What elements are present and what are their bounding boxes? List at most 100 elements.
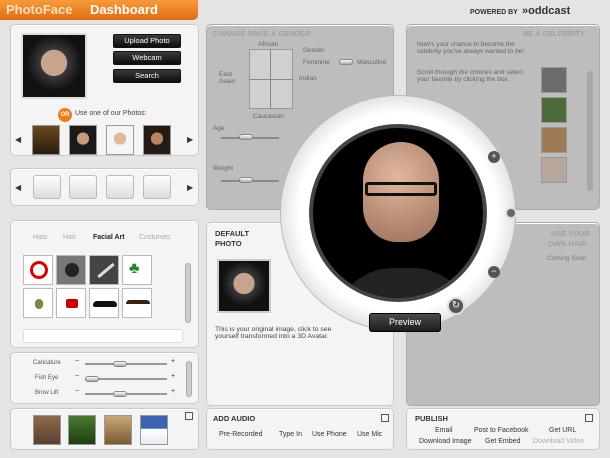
expression-bowtie-face-icon[interactable]	[143, 175, 171, 199]
expression-surprised-face-icon[interactable]	[33, 175, 61, 199]
facial-art-mustache[interactable]	[89, 288, 119, 318]
face-sliders-panel: Caricature − + Fish Eye − + Brow Lift − …	[10, 352, 199, 404]
avatar-preview-image[interactable]	[309, 124, 487, 302]
race-indian-label: Indian	[299, 75, 317, 82]
use-photos-label: Use one of our Photos:	[75, 110, 147, 117]
expression-sleepy-face-icon[interactable]	[106, 175, 134, 199]
photo-thumb-mona-lisa[interactable]	[32, 125, 60, 155]
fish-eye-minus[interactable]: −	[75, 373, 79, 380]
photo-thumb-man-1[interactable]	[69, 125, 97, 155]
celebrity-thumb-1[interactable]	[541, 67, 567, 93]
use-phone-button[interactable]: Use Phone	[312, 431, 347, 438]
fish-eye-slider-handle[interactable]	[85, 376, 99, 382]
facial-art-scrollbar[interactable]	[185, 263, 191, 323]
facial-art-rose[interactable]	[56, 255, 86, 285]
photos-prev-arrow[interactable]: ◀	[15, 135, 21, 144]
download-video-button[interactable]: Download Video	[533, 438, 584, 445]
shamrock-icon: ♣	[129, 260, 140, 277]
photos-next-arrow[interactable]: ▶	[187, 135, 193, 144]
race-gender-title: CHANGE RACE & GENDER	[213, 29, 311, 38]
caricature-minus[interactable]: −	[75, 358, 79, 365]
tab-hats[interactable]: Hats	[33, 234, 47, 241]
zoom-handle[interactable]	[505, 207, 517, 219]
tab-costumes[interactable]: Costumes	[139, 234, 171, 241]
sliders-scrollbar[interactable]	[186, 361, 192, 397]
fish-eye-label: Fish Eye	[35, 375, 59, 381]
gender-slider-handle[interactable]	[339, 59, 353, 65]
caricature-label: Caricature	[33, 360, 61, 366]
facial-art-shamrock[interactable]: ♣	[122, 255, 152, 285]
race-caucasian-label: Caucasian	[253, 113, 284, 120]
facial-art-grid: ♣	[23, 255, 183, 325]
race-grid-hline	[249, 79, 293, 80]
celebrity-thumb-2[interactable]	[541, 97, 567, 123]
expressions-next-arrow[interactable]: ▶	[187, 183, 193, 192]
celebrity-text-2: Scroll through the choices and select yo…	[417, 69, 524, 83]
webcam-button[interactable]: Webcam	[113, 51, 181, 65]
preview-button[interactable]: Preview	[369, 313, 441, 332]
expressions-panel: ◀ ▶	[10, 168, 199, 206]
add-audio-title: ADD AUDIO	[213, 414, 256, 423]
user-photo-thumbnail[interactable]	[21, 33, 87, 99]
default-photo-title-2: PHOTO	[215, 239, 242, 248]
age-slider-handle[interactable]	[239, 134, 253, 140]
facial-art-footer-bar	[23, 329, 183, 343]
post-to-facebook-button[interactable]: Post to Facebook	[474, 427, 528, 434]
brow-lift-plus[interactable]: +	[171, 388, 175, 395]
use-mic-button[interactable]: Use Mic	[357, 431, 382, 438]
brow-lift-slider-handle[interactable]	[113, 391, 127, 397]
tab-hair[interactable]: Hair	[63, 234, 76, 241]
expression-neutral-face-icon[interactable]	[69, 175, 97, 199]
caricature-plus[interactable]: +	[171, 358, 175, 365]
celebrity-scrollbar[interactable]	[587, 71, 593, 191]
celebrity-thumb-3[interactable]	[541, 127, 567, 153]
caricature-slider-handle[interactable]	[113, 361, 127, 367]
photo-thumb-man-3[interactable]	[143, 125, 171, 155]
celebrity-thumb-4[interactable]	[541, 157, 567, 183]
type-in-button[interactable]: Type In	[279, 431, 302, 438]
oddcast-logo[interactable]: »oddcast	[522, 5, 570, 17]
expressions-prev-arrow[interactable]: ◀	[15, 183, 21, 192]
powered-by-label: POWERED BY	[470, 9, 518, 16]
add-audio-expand-icon[interactable]	[381, 414, 389, 422]
brow-lift-minus[interactable]: −	[75, 388, 79, 395]
facial-art-dragon[interactable]	[56, 288, 86, 318]
prohibition-icon	[30, 261, 48, 279]
photo-thumb-man-2[interactable]	[106, 125, 134, 155]
zoom-out-button[interactable]: −	[488, 266, 500, 278]
publish-title: PUBLISH	[415, 414, 448, 423]
default-photo-thumbnail[interactable]	[217, 259, 271, 313]
rotate-icon[interactable]: ↻	[447, 297, 465, 315]
search-button[interactable]: Search	[113, 69, 181, 83]
get-url-button[interactable]: Get URL	[549, 427, 576, 434]
facial-art-none[interactable]	[23, 255, 53, 285]
publish-panel: PUBLISH Email Post to Facebook Get URL D…	[406, 408, 600, 450]
header-title-light: PhotoFace	[6, 2, 73, 17]
email-button[interactable]: Email	[435, 427, 453, 434]
background-thumb-street[interactable]	[33, 415, 61, 445]
upload-photo-button[interactable]: Upload Photo	[113, 34, 181, 48]
background-thumb-forest[interactable]	[68, 415, 96, 445]
facial-art-handlebar-mustache[interactable]	[122, 288, 152, 318]
facial-art-thistle[interactable]	[23, 288, 53, 318]
thistle-icon	[35, 299, 43, 309]
facial-art-feather[interactable]	[89, 255, 119, 285]
feather-icon	[97, 262, 115, 279]
weight-slider-handle[interactable]	[239, 177, 253, 183]
zoom-in-button[interactable]: +	[488, 151, 500, 163]
add-audio-panel: ADD AUDIO Pre-Recorded Type In Use Phone…	[206, 408, 394, 450]
background-thumb-room[interactable]	[104, 415, 132, 445]
backgrounds-expand-icon[interactable]	[185, 412, 193, 420]
get-embed-button[interactable]: Get Embed	[485, 438, 520, 445]
backgrounds-panel	[10, 408, 199, 450]
celebrity-text-1: Now's your chance to become the celebrit…	[417, 41, 525, 55]
pre-recorded-button[interactable]: Pre-Recorded	[219, 431, 263, 438]
or-badge: OR	[58, 108, 72, 122]
fish-eye-plus[interactable]: +	[171, 373, 175, 380]
mustache-icon	[93, 301, 117, 307]
default-photo-description: This is your original image, click to se…	[215, 326, 332, 340]
publish-expand-icon[interactable]	[585, 414, 593, 422]
tab-facial-art[interactable]: Facial Art	[93, 234, 125, 241]
background-thumb-mountain[interactable]	[140, 415, 168, 445]
download-image-button[interactable]: Download Image	[419, 438, 472, 445]
